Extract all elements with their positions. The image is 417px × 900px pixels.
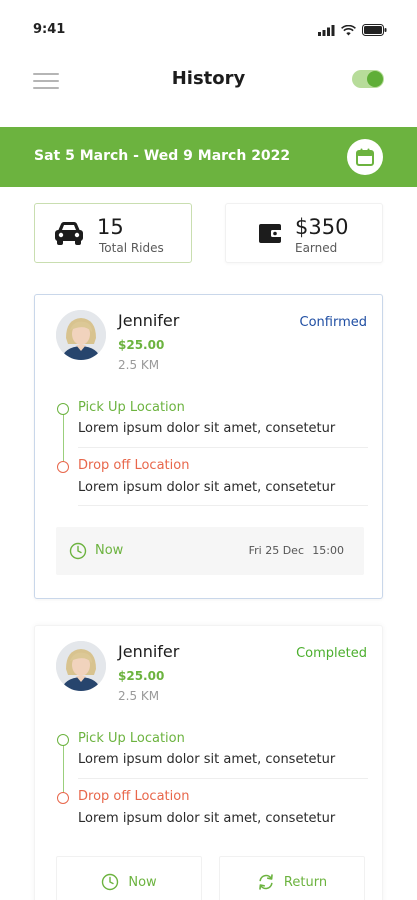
status-icons xyxy=(318,24,387,36)
pickup-label: Pick Up Location xyxy=(78,731,185,746)
avatar-image xyxy=(56,641,106,691)
total-rides-card[interactable]: 15 Total Rides xyxy=(34,203,192,263)
rider-name: Jennifer xyxy=(118,642,180,661)
ride-date: Fri 25 Dec xyxy=(248,544,304,557)
date-range: Sat 5 March - Wed 9 March 2022 xyxy=(34,148,291,164)
earned-value: $350 xyxy=(295,215,349,239)
cellular-signal-icon xyxy=(318,24,335,36)
dropoff-label: Drop off Location xyxy=(78,458,190,473)
divider xyxy=(78,447,368,448)
dropoff-dot-icon xyxy=(57,461,69,473)
ride-card[interactable]: Jennifer $25.00 2.5 KM Confirmed Pick Up… xyxy=(34,294,383,599)
date-banner: Sat 5 March - Wed 9 March 2022 xyxy=(0,127,417,187)
route-line xyxy=(63,413,64,465)
earned-card[interactable]: $350 Earned xyxy=(225,203,383,263)
total-rides-label: Total Rides xyxy=(99,241,164,255)
return-button[interactable]: Return xyxy=(219,856,365,900)
divider xyxy=(78,778,368,779)
toggle-knob xyxy=(367,71,383,87)
avatar xyxy=(56,641,106,691)
clock-icon xyxy=(69,542,87,560)
dropoff-address: Lorem ipsum dolor sit amet, consetetur xyxy=(78,480,336,495)
divider xyxy=(78,505,368,506)
dropoff-label: Drop off Location xyxy=(78,789,190,804)
route-line xyxy=(63,744,64,796)
wallet-icon xyxy=(259,224,282,243)
app-header: History xyxy=(0,56,417,106)
ride-distance: 2.5 KM xyxy=(118,689,160,703)
status-badge: Completed xyxy=(296,646,367,661)
ride-card[interactable]: Jennifer $25.00 2.5 KM Completed Pick Up… xyxy=(34,625,383,900)
refresh-icon xyxy=(259,874,273,890)
pickup-address: Lorem ipsum dolor sit amet, consetetur xyxy=(78,421,336,436)
status-bar: 9:41 xyxy=(0,0,417,50)
pickup-dot-icon xyxy=(57,734,69,746)
wifi-icon xyxy=(341,24,356,35)
clock-icon xyxy=(102,873,119,891)
pickup-dot-icon xyxy=(57,403,69,415)
dropoff-address: Lorem ipsum dolor sit amet, consetetur xyxy=(78,811,336,826)
calendar-button[interactable] xyxy=(347,139,383,175)
avatar-image xyxy=(56,310,106,360)
now-button[interactable]: Now xyxy=(56,856,202,900)
availability-toggle[interactable] xyxy=(352,70,384,88)
pickup-label: Pick Up Location xyxy=(78,400,185,415)
time-now-label: Now xyxy=(95,543,124,558)
ride-fare: $25.00 xyxy=(118,338,165,352)
now-button-label: Now xyxy=(128,874,157,890)
status-time: 9:41 xyxy=(33,22,66,37)
ride-time: 15:00 xyxy=(312,544,344,557)
rider-name: Jennifer xyxy=(118,311,180,330)
dropoff-dot-icon xyxy=(57,792,69,804)
earned-label: Earned xyxy=(295,241,338,255)
status-badge: Confirmed xyxy=(299,315,368,330)
ride-time-bar: Now Fri 25 Dec 15:00 xyxy=(56,527,364,575)
calendar-icon xyxy=(356,148,374,166)
total-rides-value: 15 xyxy=(97,215,124,239)
pickup-address: Lorem ipsum dolor sit amet, consetetur xyxy=(78,752,336,767)
return-button-label: Return xyxy=(283,874,328,890)
ride-fare: $25.00 xyxy=(118,669,165,683)
battery-icon xyxy=(362,24,387,36)
avatar xyxy=(56,310,106,360)
ride-distance: 2.5 KM xyxy=(118,358,160,372)
car-icon xyxy=(55,222,83,245)
